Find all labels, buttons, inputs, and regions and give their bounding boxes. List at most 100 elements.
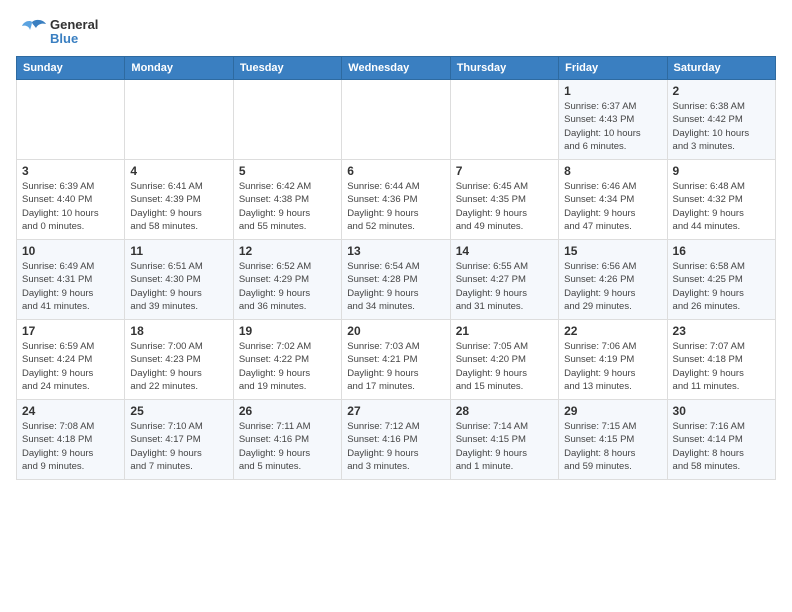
- calendar-cell: 21 Sunrise: 7:05 AM Sunset: 4:20 PM Dayli…: [450, 320, 558, 400]
- calendar-cell: 20 Sunrise: 7:03 AM Sunset: 4:21 PM Dayli…: [342, 320, 450, 400]
- calendar-cell: 17 Sunrise: 6:59 AM Sunset: 4:24 PM Dayli…: [17, 320, 125, 400]
- day-number: 8: [564, 164, 661, 178]
- weekday-header: Monday: [125, 57, 233, 80]
- calendar-cell: 3 Sunrise: 6:39 AM Sunset: 4:40 PM Daylig…: [17, 160, 125, 240]
- day-number: 14: [456, 244, 553, 258]
- day-info: Sunrise: 7:06 AM Sunset: 4:19 PM Dayligh…: [564, 340, 661, 393]
- weekday-header: Sunday: [17, 57, 125, 80]
- day-info: Sunrise: 7:00 AM Sunset: 4:23 PM Dayligh…: [130, 340, 227, 393]
- day-info: Sunrise: 6:38 AM Sunset: 4:42 PM Dayligh…: [673, 100, 770, 153]
- day-number: 15: [564, 244, 661, 258]
- day-number: 26: [239, 404, 336, 418]
- day-info: Sunrise: 6:59 AM Sunset: 4:24 PM Dayligh…: [22, 340, 119, 393]
- day-number: 17: [22, 324, 119, 338]
- day-number: 18: [130, 324, 227, 338]
- day-info: Sunrise: 7:03 AM Sunset: 4:21 PM Dayligh…: [347, 340, 444, 393]
- calendar-cell: [17, 80, 125, 160]
- calendar-table: SundayMondayTuesdayWednesdayThursdayFrid…: [16, 56, 776, 480]
- logo-bird-icon: [16, 16, 48, 48]
- calendar-cell: 10Sunrise: 6:49 AM Sunset: 4:31 PM Dayli…: [17, 240, 125, 320]
- day-info: Sunrise: 6:48 AM Sunset: 4:32 PM Dayligh…: [673, 180, 770, 233]
- day-number: 22: [564, 324, 661, 338]
- day-number: 21: [456, 324, 553, 338]
- calendar-cell: 19 Sunrise: 7:02 AM Sunset: 4:22 PM Dayli…: [233, 320, 341, 400]
- day-number: 12: [239, 244, 336, 258]
- calendar-cell: 7 Sunrise: 6:45 AM Sunset: 4:35 PM Daylig…: [450, 160, 558, 240]
- day-info: Sunrise: 6:56 AM Sunset: 4:26 PM Dayligh…: [564, 260, 661, 313]
- day-info: Sunrise: 7:11 AM Sunset: 4:16 PM Dayligh…: [239, 420, 336, 473]
- calendar-cell: 15 Sunrise: 6:56 AM Sunset: 4:26 PM Dayli…: [559, 240, 667, 320]
- day-number: 29: [564, 404, 661, 418]
- calendar-cell: 26 Sunrise: 7:11 AM Sunset: 4:16 PM Dayli…: [233, 400, 341, 480]
- day-info: Sunrise: 6:39 AM Sunset: 4:40 PM Dayligh…: [22, 180, 119, 233]
- day-number: 2: [673, 84, 770, 98]
- calendar-cell: 16 Sunrise: 6:58 AM Sunset: 4:25 PM Dayli…: [667, 240, 775, 320]
- day-info: Sunrise: 6:51 AM Sunset: 4:30 PM Dayligh…: [130, 260, 227, 313]
- day-number: 30: [673, 404, 770, 418]
- day-number: 9: [673, 164, 770, 178]
- day-number: 11: [130, 244, 227, 258]
- day-info: Sunrise: 7:12 AM Sunset: 4:16 PM Dayligh…: [347, 420, 444, 473]
- page-header: General Blue: [16, 16, 776, 48]
- day-info: Sunrise: 7:14 AM Sunset: 4:15 PM Dayligh…: [456, 420, 553, 473]
- day-number: 20: [347, 324, 444, 338]
- calendar-cell: 25 Sunrise: 7:10 AM Sunset: 4:17 PM Dayli…: [125, 400, 233, 480]
- calendar-cell: 1 Sunrise: 6:37 AM Sunset: 4:43 PM Daylig…: [559, 80, 667, 160]
- day-info: Sunrise: 6:44 AM Sunset: 4:36 PM Dayligh…: [347, 180, 444, 233]
- day-info: Sunrise: 6:45 AM Sunset: 4:35 PM Dayligh…: [456, 180, 553, 233]
- calendar-cell: 23Sunrise: 7:07 AM Sunset: 4:18 PM Dayli…: [667, 320, 775, 400]
- calendar-cell: 12 Sunrise: 6:52 AM Sunset: 4:29 PM Dayli…: [233, 240, 341, 320]
- day-number: 3: [22, 164, 119, 178]
- calendar-cell: [450, 80, 558, 160]
- day-info: Sunrise: 6:37 AM Sunset: 4:43 PM Dayligh…: [564, 100, 661, 153]
- day-info: Sunrise: 7:05 AM Sunset: 4:20 PM Dayligh…: [456, 340, 553, 393]
- day-info: Sunrise: 6:42 AM Sunset: 4:38 PM Dayligh…: [239, 180, 336, 233]
- day-number: 5: [239, 164, 336, 178]
- day-number: 19: [239, 324, 336, 338]
- calendar-cell: 27 Sunrise: 7:12 AM Sunset: 4:16 PM Dayli…: [342, 400, 450, 480]
- calendar-cell: 8 Sunrise: 6:46 AM Sunset: 4:34 PM Daylig…: [559, 160, 667, 240]
- day-number: 24: [22, 404, 119, 418]
- calendar-cell: 11 Sunrise: 6:51 AM Sunset: 4:30 PM Dayli…: [125, 240, 233, 320]
- day-number: 28: [456, 404, 553, 418]
- day-number: 16: [673, 244, 770, 258]
- logo-text-blue: Blue: [50, 32, 98, 46]
- calendar-cell: 9 Sunrise: 6:48 AM Sunset: 4:32 PM Daylig…: [667, 160, 775, 240]
- calendar-cell: 18 Sunrise: 7:00 AM Sunset: 4:23 PM Dayli…: [125, 320, 233, 400]
- day-number: 27: [347, 404, 444, 418]
- day-info: Sunrise: 6:41 AM Sunset: 4:39 PM Dayligh…: [130, 180, 227, 233]
- calendar-cell: 24Sunrise: 7:08 AM Sunset: 4:18 PM Dayli…: [17, 400, 125, 480]
- calendar-cell: [342, 80, 450, 160]
- calendar-cell: 6 Sunrise: 6:44 AM Sunset: 4:36 PM Daylig…: [342, 160, 450, 240]
- day-info: Sunrise: 6:49 AM Sunset: 4:31 PM Dayligh…: [22, 260, 119, 313]
- weekday-header: Thursday: [450, 57, 558, 80]
- calendar-cell: [233, 80, 341, 160]
- weekday-header: Saturday: [667, 57, 775, 80]
- day-number: 4: [130, 164, 227, 178]
- day-info: Sunrise: 6:58 AM Sunset: 4:25 PM Dayligh…: [673, 260, 770, 313]
- logo: General Blue: [16, 16, 98, 48]
- calendar-cell: 14 Sunrise: 6:55 AM Sunset: 4:27 PM Dayli…: [450, 240, 558, 320]
- day-number: 6: [347, 164, 444, 178]
- day-number: 1: [564, 84, 661, 98]
- day-info: Sunrise: 7:07 AM Sunset: 4:18 PM Dayligh…: [673, 340, 770, 393]
- day-info: Sunrise: 7:10 AM Sunset: 4:17 PM Dayligh…: [130, 420, 227, 473]
- calendar-cell: 30 Sunrise: 7:16 AM Sunset: 4:14 PM Dayli…: [667, 400, 775, 480]
- day-info: Sunrise: 6:55 AM Sunset: 4:27 PM Dayligh…: [456, 260, 553, 313]
- calendar-cell: 22 Sunrise: 7:06 AM Sunset: 4:19 PM Dayli…: [559, 320, 667, 400]
- calendar-cell: 28 Sunrise: 7:14 AM Sunset: 4:15 PM Dayli…: [450, 400, 558, 480]
- day-number: 25: [130, 404, 227, 418]
- day-info: Sunrise: 6:52 AM Sunset: 4:29 PM Dayligh…: [239, 260, 336, 313]
- day-info: Sunrise: 7:16 AM Sunset: 4:14 PM Dayligh…: [673, 420, 770, 473]
- weekday-header: Tuesday: [233, 57, 341, 80]
- day-number: 7: [456, 164, 553, 178]
- day-info: Sunrise: 6:46 AM Sunset: 4:34 PM Dayligh…: [564, 180, 661, 233]
- calendar-cell: [125, 80, 233, 160]
- calendar-cell: 29Sunrise: 7:15 AM Sunset: 4:15 PM Dayli…: [559, 400, 667, 480]
- calendar-cell: 13Sunrise: 6:54 AM Sunset: 4:28 PM Dayli…: [342, 240, 450, 320]
- day-info: Sunrise: 7:02 AM Sunset: 4:22 PM Dayligh…: [239, 340, 336, 393]
- weekday-header: Wednesday: [342, 57, 450, 80]
- day-info: Sunrise: 6:54 AM Sunset: 4:28 PM Dayligh…: [347, 260, 444, 313]
- weekday-header: Friday: [559, 57, 667, 80]
- calendar-cell: 2 Sunrise: 6:38 AM Sunset: 4:42 PM Daylig…: [667, 80, 775, 160]
